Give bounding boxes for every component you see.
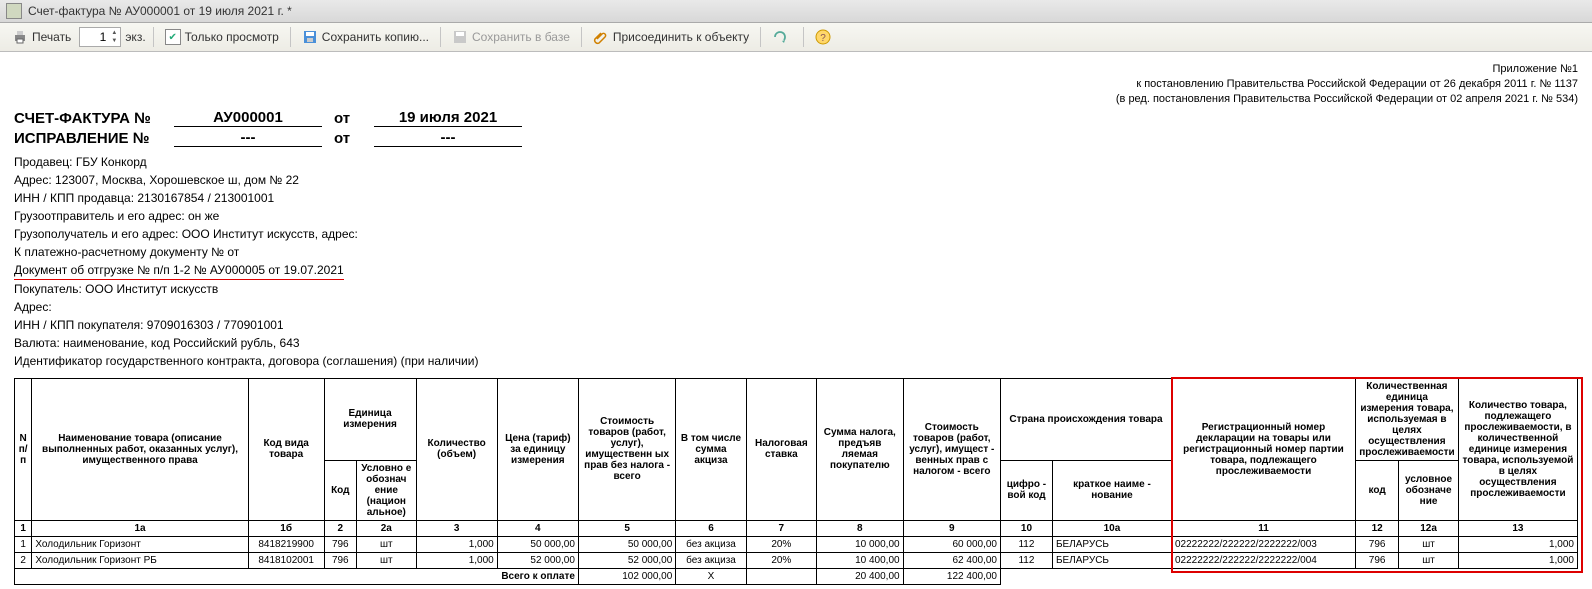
th-code: Код вида товара bbox=[248, 378, 324, 520]
copies-input[interactable] bbox=[80, 30, 108, 44]
invoice-number: АУ000001 bbox=[174, 109, 322, 127]
buyer-inn: ИНН / КПП покупателя: 9709016303 / 77090… bbox=[14, 316, 1578, 334]
printer-icon bbox=[12, 29, 28, 45]
contract-id: Идентификатор государственного контракта… bbox=[14, 352, 1578, 370]
copies-suffix: экз. bbox=[125, 30, 145, 44]
th-total: Стоимость товаров (работ, услуг), имущес… bbox=[903, 378, 1000, 520]
totals-total: 122 400,00 bbox=[903, 568, 1000, 584]
shipper: Грузоотправитель и его адрес: он же bbox=[14, 207, 1578, 225]
table-row: 2Холодильник Горизонт РБ8418102001796шт1… bbox=[15, 552, 1578, 568]
th-price: Цена (тариф) за единицу измерения bbox=[497, 378, 578, 520]
print-button[interactable]: Печать bbox=[5, 26, 78, 48]
seller-address: Адрес: 123007, Москва, Хорошевское ш, до… bbox=[14, 171, 1578, 189]
header-grid: СЧЕТ-ФАКТУРА № АУ000001 от 19 июля 2021 … bbox=[14, 109, 1578, 147]
toolbar: Печать ▲▼ экз. Только просмотр Сохранить… bbox=[0, 23, 1592, 52]
seller: Продавец: ГБУ Конкорд bbox=[14, 153, 1578, 171]
totals-row: Всего к оплате 102 000,00 Х 20 400,00 12… bbox=[15, 568, 1578, 584]
totals-cost: 102 000,00 bbox=[578, 568, 675, 584]
th-cost: Стоимость товаров (работ, услуг), имущес… bbox=[578, 378, 675, 520]
svg-text:?: ? bbox=[820, 33, 826, 44]
th-trace-unit: Количественная единица измерения товара,… bbox=[1356, 378, 1459, 460]
annex-line: Приложение №1 bbox=[14, 62, 1578, 77]
diskette-db-icon bbox=[452, 29, 468, 45]
spin-up-icon[interactable]: ▲ bbox=[108, 29, 120, 37]
copies-spinner[interactable]: ▲▼ bbox=[79, 27, 121, 47]
seller-inn: ИНН / КПП продавца: 2130167854 / 2130010… bbox=[14, 189, 1578, 207]
table-wrap: N п/п Наименование товара (описание выпо… bbox=[14, 378, 1578, 585]
th-origin: Страна происхождения товара bbox=[1000, 378, 1171, 460]
correction-date: --- bbox=[374, 129, 522, 147]
save-copy-label: Сохранить копию... bbox=[322, 30, 429, 44]
checkbox-icon bbox=[165, 29, 181, 45]
th-excise: В том числе сумма акциза bbox=[676, 378, 746, 520]
th-origin-code: цифро - вой код bbox=[1000, 460, 1052, 520]
print-label: Печать bbox=[32, 30, 71, 44]
refresh-button[interactable] bbox=[765, 26, 799, 48]
window-icon bbox=[6, 3, 22, 19]
th-name: Наименование товара (описание выполненны… bbox=[32, 378, 248, 520]
document-area: Приложение №1 к постановлению Правительс… bbox=[0, 52, 1592, 589]
refresh-icon bbox=[772, 29, 788, 45]
th-npp: N п/п bbox=[15, 378, 32, 520]
window-title: Счет-фактура № АУ000001 от 19 июля 2021 … bbox=[28, 4, 292, 18]
diskette-icon bbox=[302, 29, 318, 45]
shipment-doc: Документ об отгрузке № п/п 1-2 № АУ00000… bbox=[14, 261, 344, 280]
invoice-table: N п/п Наименование товара (описание выпо… bbox=[14, 378, 1578, 585]
currency: Валюта: наименование, код Российский руб… bbox=[14, 334, 1578, 352]
th-trace-qty: Количество товара, подлежащего прослежив… bbox=[1458, 378, 1577, 520]
th-unit: Единица измерения bbox=[324, 378, 416, 460]
totals-label: Всего к оплате bbox=[15, 568, 579, 584]
help-icon: ? bbox=[815, 29, 831, 45]
attach-label: Присоединить к объекту bbox=[613, 30, 749, 44]
th-decl: Регистрационный номер декларации на това… bbox=[1172, 378, 1356, 520]
th-trace-name: условное обозначе ние bbox=[1399, 460, 1459, 520]
colnum-row: 1 1а 1б 2 2а 3 4 5 6 7 8 9 10 10а 11 12 … bbox=[15, 520, 1578, 536]
correction-label: ИСПРАВЛЕНИЕ № bbox=[14, 130, 174, 147]
th-unit-name: Условно е обознач ение (национ альное) bbox=[357, 460, 417, 520]
th-rate: Налоговая ставка bbox=[746, 378, 816, 520]
annex-line: (в ред. постановления Правительства Росс… bbox=[14, 92, 1578, 107]
payment-doc: К платежно-расчетному документу № от bbox=[14, 243, 1578, 261]
info-block: Продавец: ГБУ Конкорд Адрес: 123007, Мос… bbox=[14, 153, 1578, 370]
totals-tax: 20 400,00 bbox=[817, 568, 904, 584]
th-unit-code: Код bbox=[324, 460, 356, 520]
attach-icon bbox=[593, 29, 609, 45]
save-db-label: Сохранить в базе bbox=[472, 30, 570, 44]
preview-toggle[interactable]: Только просмотр bbox=[158, 26, 286, 48]
correction-number: --- bbox=[174, 129, 322, 147]
buyer-address: Адрес: bbox=[14, 298, 1578, 316]
annex-line: к постановлению Правительства Российской… bbox=[14, 77, 1578, 92]
attach-button[interactable]: Присоединить к объекту bbox=[586, 26, 756, 48]
preview-label: Только просмотр bbox=[185, 30, 279, 44]
th-tax: Сумма налога, предъяв ляемая покупателю bbox=[817, 378, 904, 520]
th-origin-name: краткое наиме - нование bbox=[1052, 460, 1171, 520]
from-label: от bbox=[334, 130, 374, 147]
th-qty: Количество (объем) bbox=[416, 378, 497, 520]
consignee: Грузополучатель и его адрес: ООО Институ… bbox=[14, 225, 1578, 243]
annex-block: Приложение №1 к постановлению Правительс… bbox=[14, 62, 1578, 107]
totals-exc: Х bbox=[676, 568, 746, 584]
save-copy-button[interactable]: Сохранить копию... bbox=[295, 26, 436, 48]
spin-down-icon[interactable]: ▼ bbox=[108, 37, 120, 45]
table-row: 1Холодильник Горизонт8418219900796шт1,00… bbox=[15, 536, 1578, 552]
buyer: Покупатель: ООО Институт искусств bbox=[14, 280, 1578, 298]
help-button[interactable]: ? bbox=[808, 26, 842, 48]
invoice-label: СЧЕТ-ФАКТУРА № bbox=[14, 110, 174, 127]
invoice-date: 19 июля 2021 bbox=[374, 109, 522, 127]
from-label: от bbox=[334, 110, 374, 127]
th-trace-code: код bbox=[1356, 460, 1399, 520]
title-bar: Счет-фактура № АУ000001 от 19 июля 2021 … bbox=[0, 0, 1592, 23]
save-db-button[interactable]: Сохранить в базе bbox=[445, 26, 577, 48]
